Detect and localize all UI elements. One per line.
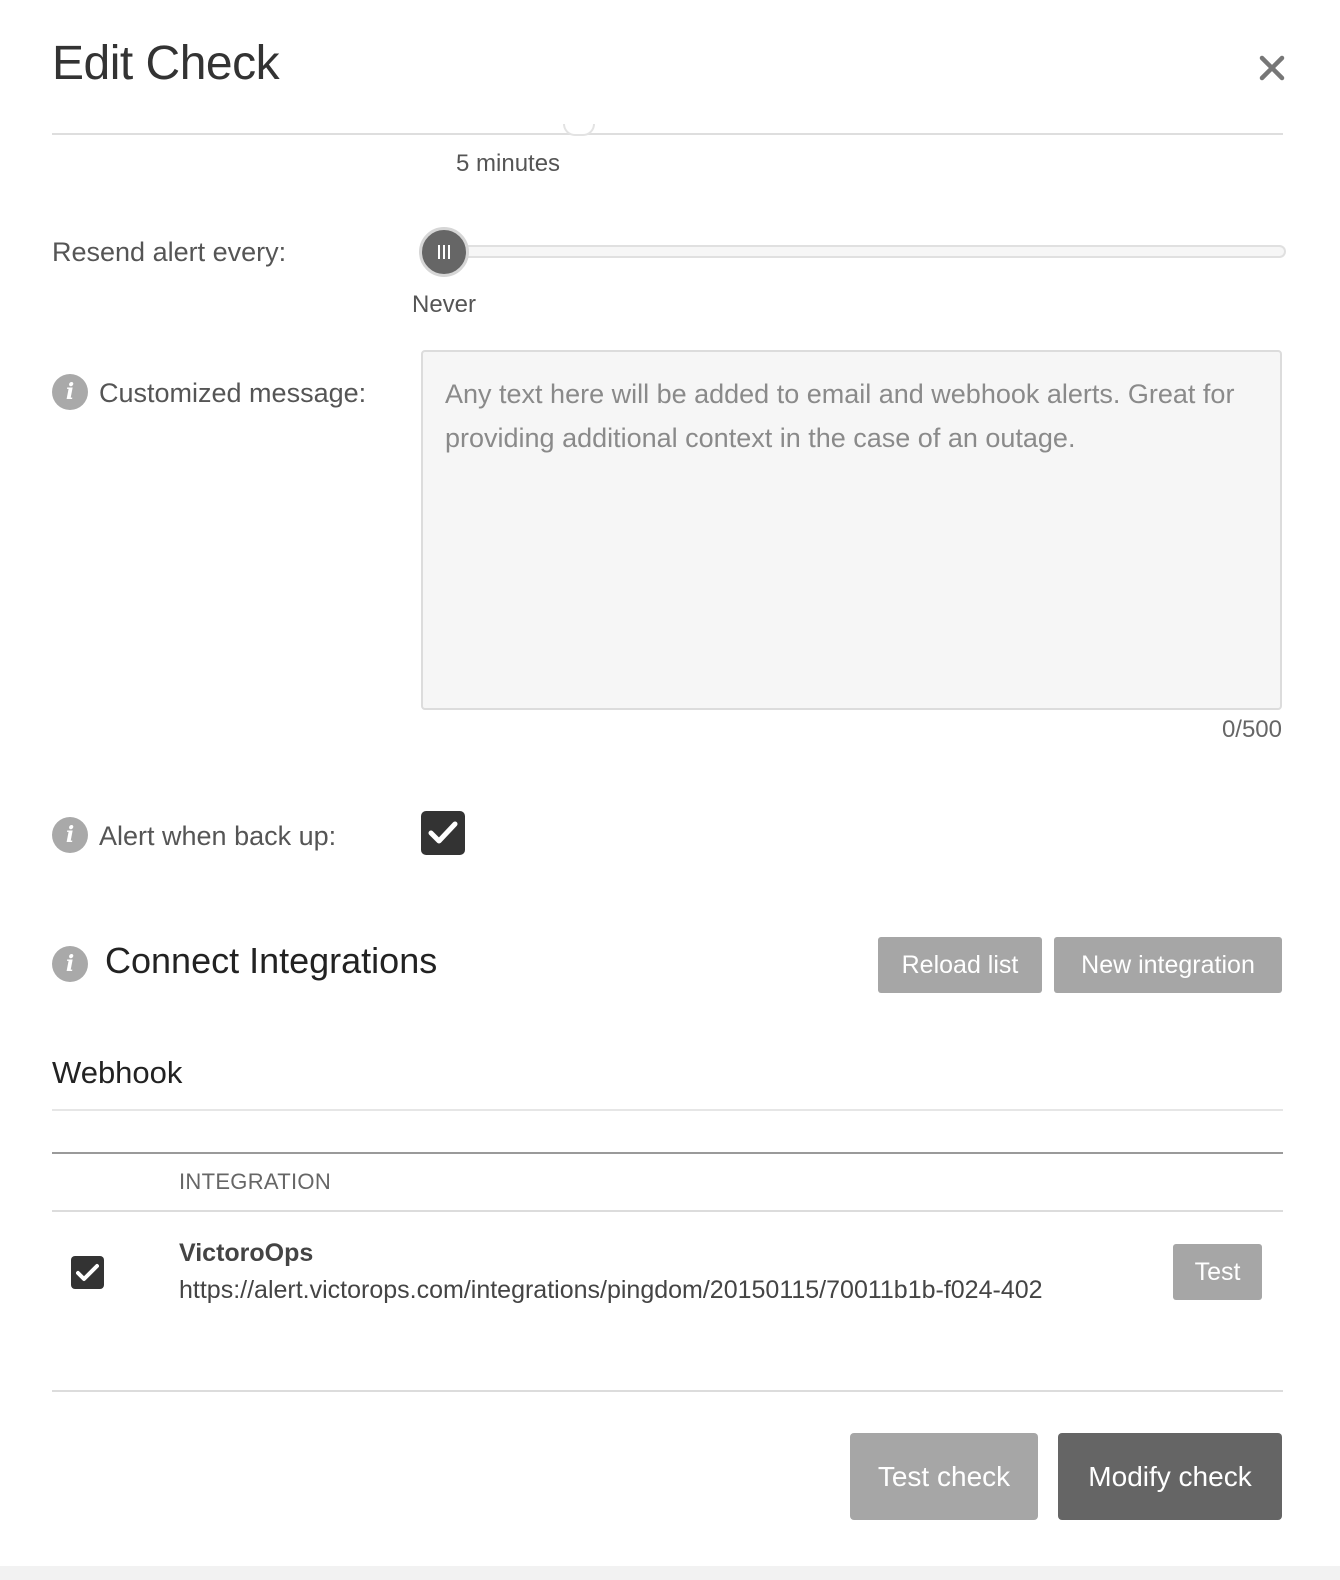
modal-title: Edit Check <box>52 37 280 90</box>
integrations-title: Connect Integrations <box>105 940 438 981</box>
info-icon[interactable]: i <box>52 374 88 410</box>
resend-slider-thumb[interactable] <box>419 227 469 277</box>
resend-slider-track[interactable] <box>444 245 1286 258</box>
reload-list-button[interactable]: Reload list <box>878 937 1042 993</box>
edit-check-modal: Edit Check 5 minutes Resend alert every:… <box>0 0 1340 1566</box>
modify-check-button[interactable]: Modify check <box>1058 1433 1282 1520</box>
new-integration-button[interactable]: New integration <box>1054 937 1282 993</box>
header-divider <box>52 133 1283 135</box>
integration-name: VictoroOps <box>179 1239 314 1267</box>
char-counter: 0/500 <box>1221 716 1282 743</box>
webhook-group-title: Webhook <box>52 1055 183 1090</box>
test-check-button[interactable]: Test check <box>850 1433 1038 1520</box>
info-icon[interactable]: i <box>52 946 88 982</box>
footer-divider <box>52 1390 1283 1392</box>
alert-back-up-checkbox[interactable] <box>421 811 465 855</box>
checkmark-icon <box>428 821 458 844</box>
resend-alert-label: Resend alert every: <box>52 237 287 267</box>
table-top-border <box>52 1152 1283 1154</box>
integration-url: https://alert.victorops.com/integrations… <box>179 1276 1043 1304</box>
integration-row-checkbox[interactable] <box>71 1256 104 1289</box>
checkmark-icon <box>76 1264 99 1281</box>
info-icon[interactable]: i <box>52 817 88 853</box>
table-header-border <box>52 1210 1283 1212</box>
divider <box>52 1109 1283 1111</box>
close-icon[interactable] <box>1252 48 1292 88</box>
custom-message-textarea[interactable] <box>421 350 1282 710</box>
column-header-integration: INTEGRATION <box>179 1169 332 1194</box>
test-integration-button[interactable]: Test <box>1173 1244 1262 1300</box>
notify-after-value: 5 minutes <box>456 150 561 177</box>
alert-back-up-label: Alert when back up: <box>99 821 337 851</box>
resend-alert-value: Never <box>412 291 477 318</box>
grip-icon <box>438 245 450 259</box>
custom-message-label: Customized message: <box>99 378 367 408</box>
